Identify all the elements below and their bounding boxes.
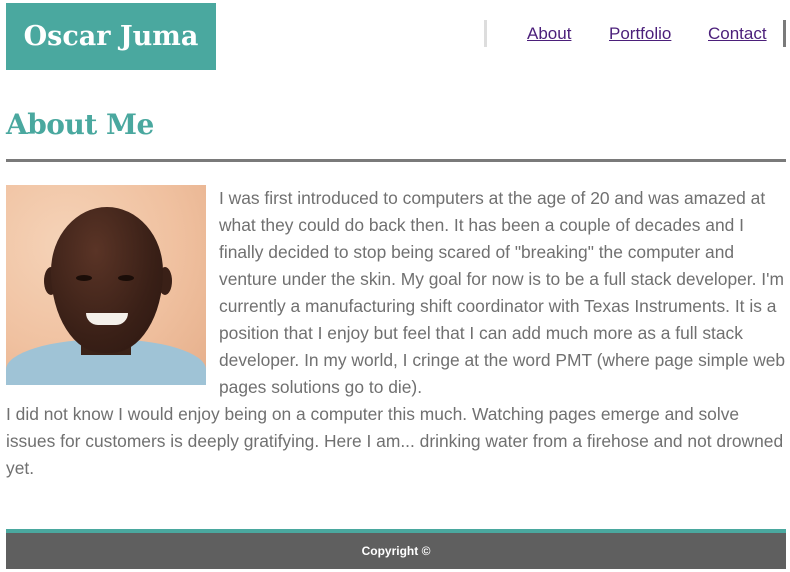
- nav-link-portfolio[interactable]: Portfolio: [609, 24, 671, 44]
- page-title: About Me: [6, 108, 154, 141]
- nav-link-contact[interactable]: Contact: [708, 24, 767, 44]
- about-paragraph-2: I did not know I would enjoy being on a …: [6, 404, 784, 478]
- photo-head: [51, 207, 163, 353]
- profile-photo: [6, 185, 206, 385]
- photo-eye-left: [76, 275, 92, 281]
- main-nav: About Portfolio Contact: [484, 20, 786, 47]
- copyright-text: Copyright ©: [361, 544, 431, 558]
- title-divider: [6, 159, 786, 162]
- photo-smile: [86, 313, 128, 325]
- site-logo[interactable]: Oscar Juma: [6, 3, 216, 70]
- footer: Copyright ©: [6, 529, 786, 569]
- about-section: I was first introduced to computers at t…: [6, 185, 786, 482]
- nav-link-about[interactable]: About: [527, 24, 571, 44]
- photo-eye-right: [118, 275, 134, 281]
